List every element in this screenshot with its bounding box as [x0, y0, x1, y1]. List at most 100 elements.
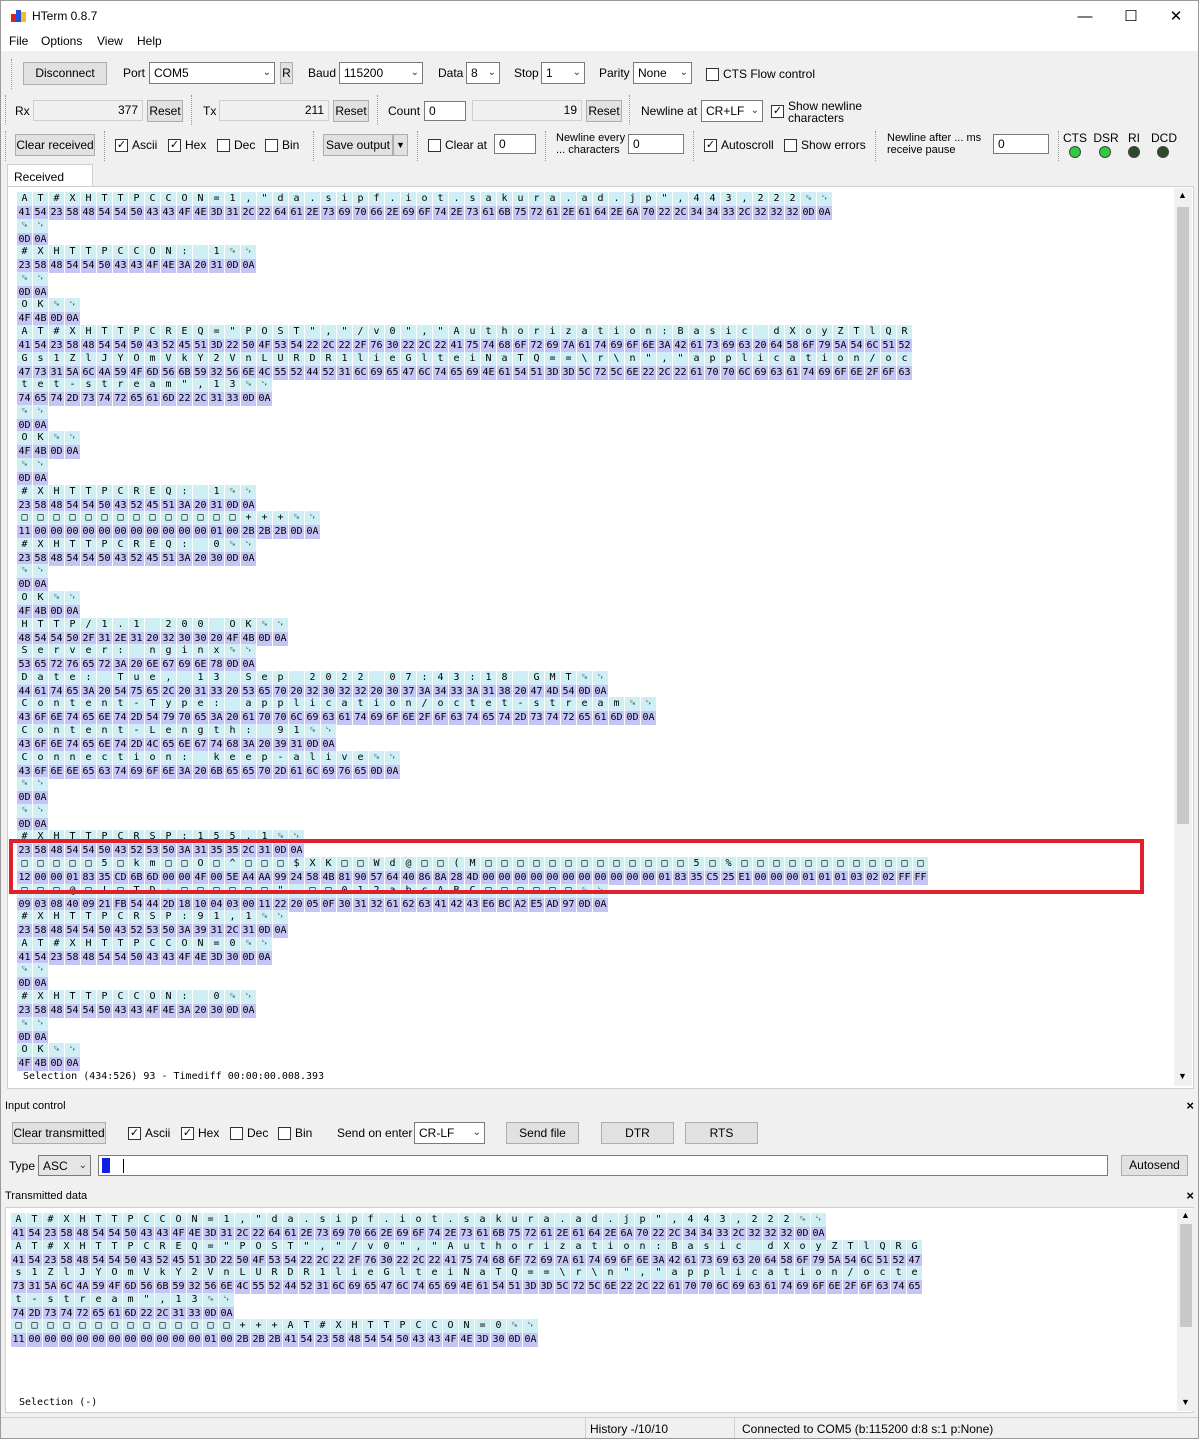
- byte-cell: H 48: [75, 1213, 90, 1241]
- autoscroll-checkbox[interactable]: ✓ Autoscroll: [704, 138, 774, 152]
- byte-ascii: a: [543, 1214, 550, 1225]
- tx-reset-button[interactable]: Reset: [333, 100, 369, 122]
- send-input-field[interactable]: [98, 1155, 1108, 1176]
- byte-ascii: A: [21, 326, 28, 337]
- byte-ascii: ,: [197, 379, 204, 391]
- clear-at-checkbox[interactable]: Clear at: [428, 138, 487, 152]
- data-line: C 43 o 6F n 6E n 6E e 65 c 63 t 74 i 69 o 6F n 6E:3A 20 k 6B e…: [17, 750, 401, 779]
- tx-dec-checkbox[interactable]: Dec: [230, 1126, 268, 1140]
- byte-ascii: ␍: [20, 459, 29, 470]
- disconnect-button[interactable]: Disconnect: [23, 62, 107, 85]
- byte-ascii: n: [831, 1267, 838, 1279]
- byte-cell: □ 00: [113, 511, 128, 540]
- byte-ascii: a: [671, 1267, 678, 1279]
- tx-ascii-checkbox[interactable]: ✓ Ascii: [128, 1126, 170, 1140]
- newline-at-select[interactable]: CR+LF ⌄: [701, 100, 763, 122]
- close-icon[interactable]: ×: [1186, 1188, 1194, 1203]
- scroll-down-icon[interactable]: ▼: [1181, 1397, 1190, 1407]
- count-reset-button[interactable]: Reset: [586, 100, 622, 122]
- scroll-up-icon[interactable]: ▲: [1178, 190, 1187, 200]
- byte-cell: □ 00: [171, 1319, 186, 1348]
- menu-view[interactable]: View: [97, 34, 123, 48]
- close-button[interactable]: ✕: [1153, 1, 1198, 31]
- rts-button[interactable]: RTS: [685, 1122, 758, 1144]
- byte-ascii: ␊: [68, 592, 77, 603]
- autosend-button[interactable]: Autosend: [1121, 1155, 1188, 1176]
- dtr-button[interactable]: DTR: [601, 1122, 674, 1144]
- send-file-button[interactable]: Send file: [506, 1122, 579, 1144]
- byte-cell: V 56: [203, 1266, 218, 1295]
- newline-after-field[interactable]: 0: [993, 134, 1049, 154]
- byte-cell: T 54: [145, 697, 160, 726]
- byte-hex: 2B: [273, 525, 288, 540]
- tx-hex-checkbox[interactable]: ✓ Hex: [181, 1126, 219, 1140]
- rx-reset-button[interactable]: Reset: [147, 100, 183, 122]
- clear-received-button[interactable]: Clear received: [15, 134, 95, 156]
- byte-cell: Q 51: [161, 537, 176, 566]
- save-output-button[interactable]: Save output: [323, 134, 393, 156]
- port-select[interactable]: COM5 ⌄: [149, 62, 275, 84]
- byte-cell: ␍ 0D: [49, 298, 64, 327]
- byte-ascii: P: [101, 246, 108, 258]
- clear-at-field[interactable]: 0: [494, 134, 536, 154]
- byte-cell: . 2E: [305, 192, 320, 220]
- scroll-up-icon[interactable]: ▲: [1181, 1210, 1190, 1220]
- scrollbar-thumb[interactable]: [1180, 1224, 1192, 1327]
- close-icon[interactable]: ×: [1186, 1098, 1194, 1113]
- received-scrollbar[interactable]: ▲ ▼: [1174, 188, 1192, 1086]
- newline-after-value: 0: [998, 137, 1005, 151]
- clear-transmitted-button[interactable]: Clear transmitted: [12, 1122, 106, 1144]
- byte-ascii: P: [101, 485, 108, 497]
- send-on-enter-select[interactable]: CR-LF ⌄: [414, 1122, 485, 1144]
- transmitted-scrollbar[interactable]: ▲ ▼: [1177, 1209, 1195, 1411]
- newline-every-field[interactable]: 0: [628, 134, 684, 154]
- newline-at-label: Newline at: [641, 104, 698, 118]
- byte-ascii: o: [805, 326, 812, 337]
- rx-hex-checkbox[interactable]: ✓ Hex: [168, 138, 206, 152]
- byte-cell: i 69: [347, 1266, 362, 1295]
- byte-cell: G 47: [379, 1266, 394, 1295]
- stop-bits-select[interactable]: 1 ⌄: [541, 62, 585, 84]
- tab-received-data[interactable]: Received Data: [7, 164, 93, 198]
- byte-hex: 6E: [625, 365, 640, 380]
- toolbar-grip: [1058, 131, 1061, 161]
- data-line: ␍ 0D ␊ 0A: [17, 963, 49, 992]
- count-field[interactable]: 0: [424, 101, 466, 121]
- byte-hex: 54: [299, 1333, 314, 1348]
- byte-cell: Q 51: [881, 325, 896, 353]
- byte-hex: 0A: [241, 551, 256, 566]
- type-select[interactable]: ASC ⌄: [38, 1155, 91, 1176]
- byte-cell: o 6F: [881, 351, 896, 380]
- save-output-dropdown[interactable]: ▼: [393, 134, 408, 156]
- byte-cell: , 2C: [411, 1239, 426, 1268]
- baud-select[interactable]: 115200 ⌄: [339, 62, 423, 84]
- byte-ascii: .: [117, 618, 124, 630]
- byte-hex: 6E: [849, 365, 864, 380]
- show-newline-checkbox[interactable]: ✓ Show newline characters: [771, 100, 868, 124]
- menu-options[interactable]: Options: [41, 34, 82, 48]
- menu-file[interactable]: File: [9, 34, 28, 48]
- cts-flow-control-checkbox[interactable]: CTS Flow control: [706, 67, 815, 81]
- toolbar-grip: [11, 59, 14, 89]
- menu-help[interactable]: Help: [137, 34, 162, 48]
- byte-cell: m 6D: [161, 378, 176, 407]
- data-bits-select[interactable]: 8 ⌄: [466, 62, 500, 84]
- rx-bin-checkbox[interactable]: Bin: [265, 138, 299, 152]
- show-errors-checkbox[interactable]: Show errors: [784, 138, 866, 152]
- byte-ascii: [513, 671, 528, 685]
- tx-bin-checkbox[interactable]: Bin: [278, 1126, 312, 1140]
- rx-dec-checkbox[interactable]: Dec: [217, 138, 255, 152]
- byte-cell: n 6E: [161, 750, 176, 779]
- baud-label: Baud: [308, 66, 337, 80]
- byte-cell: Y 59: [193, 351, 208, 380]
- scrollbar-thumb[interactable]: [1177, 207, 1189, 824]
- byte-ascii: L: [239, 1267, 246, 1279]
- scroll-down-icon[interactable]: ▼: [1178, 1071, 1187, 1081]
- minimize-button[interactable]: —: [1062, 1, 1108, 31]
- byte-ascii: N: [463, 1267, 470, 1279]
- maximize-button[interactable]: ☐: [1108, 1, 1154, 31]
- parity-select[interactable]: None ⌄: [633, 62, 692, 84]
- byte-ascii: n: [639, 1240, 646, 1252]
- refresh-ports-button[interactable]: R: [280, 62, 293, 84]
- rx-ascii-checkbox[interactable]: ✓ Ascii: [115, 138, 157, 152]
